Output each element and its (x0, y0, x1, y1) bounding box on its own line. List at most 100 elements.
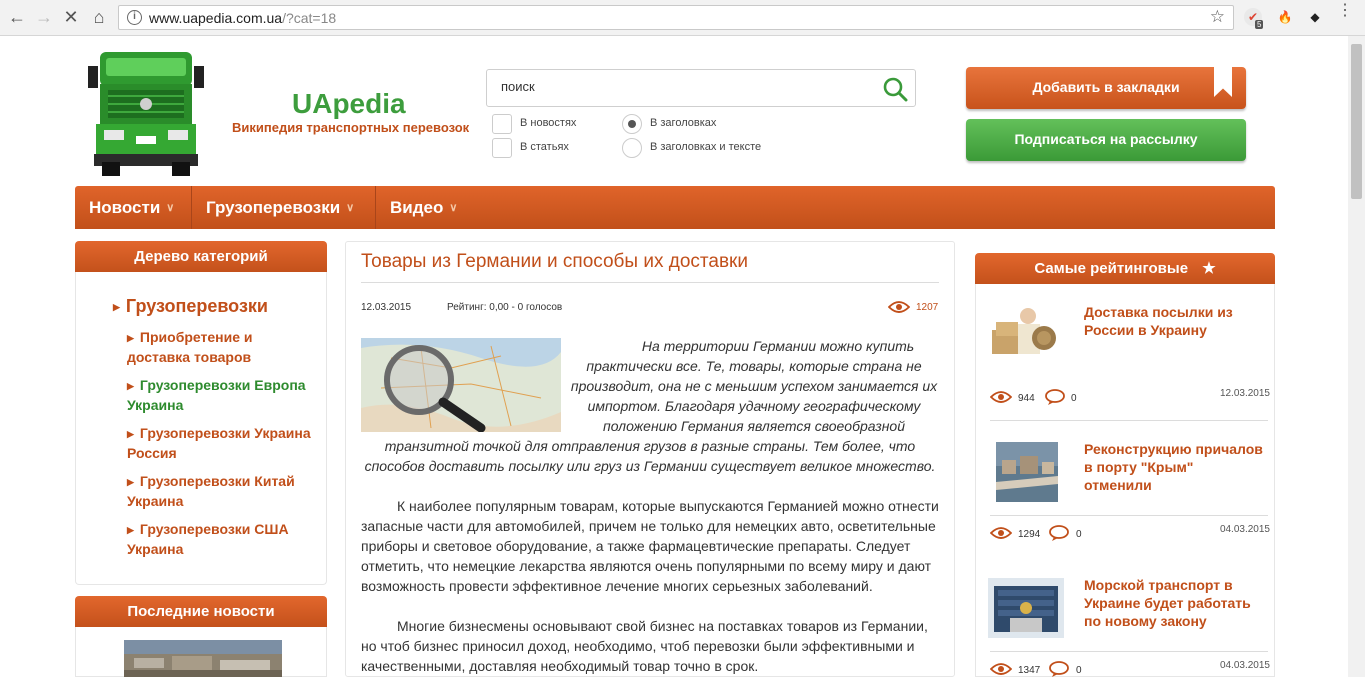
eye-icon (888, 301, 910, 313)
subcategory-link[interactable]: ▶ Грузоперевозки Европа Украина (127, 376, 317, 415)
nav-item-video[interactable]: Видео ∨ (390, 186, 457, 229)
top-rated-meta: 944 0 12.03.2015 (990, 388, 1270, 410)
nav-divider (375, 186, 376, 229)
home-icon[interactable]: ⌂ (88, 6, 110, 28)
subcategory-link[interactable]: ▶ Грузоперевозки Китай Украина (127, 472, 317, 511)
page-scrollbar[interactable] (1348, 36, 1365, 677)
main-navigation: Новости ∨ Грузоперевозки ∨ Видео ∨ (75, 186, 1275, 229)
subcategory-label: Грузоперевозки США Украина (127, 521, 289, 557)
truck-logo-icon[interactable] (86, 44, 206, 178)
port-thumbnail[interactable] (996, 442, 1058, 502)
item-date: 04.03.2015 (1219, 524, 1270, 535)
site-tagline: Википедия транспортных перевозок (232, 120, 470, 135)
scrollbar-thumb[interactable] (1351, 44, 1362, 199)
extension-flame-icon[interactable]: 🔥 (1276, 8, 1294, 26)
stop-loading-icon[interactable]: ✕ (60, 6, 82, 28)
top-rated-meta: 1347 0 04.03.2015 (990, 660, 1270, 682)
search-icon[interactable] (881, 75, 909, 103)
triangle-right-icon: ▶ (127, 428, 134, 439)
top-rated-title-link[interactable]: Реконструкцию причалов в порту "Крым" от… (1084, 440, 1264, 494)
top-rated-title-link[interactable]: Морской транспорт в Украине будет работа… (1084, 576, 1264, 630)
views-count: 1347 (1018, 665, 1041, 676)
url-text[interactable]: www.uapedia.com.ua/?cat=18 (149, 10, 336, 26)
comments-count: 0 (1076, 665, 1082, 676)
url-path: /?cat=18 (282, 10, 337, 26)
site-brand[interactable]: UApedia (292, 88, 406, 120)
article-lead: На территории Германии можно купить прак… (361, 336, 939, 476)
article-rating: Рейтинг: 0,00 - 0 голосов (447, 302, 563, 313)
top-rated-meta: 1294 0 04.03.2015 (990, 524, 1270, 546)
extension-badge: 5 (1255, 20, 1264, 29)
extension-diamond-icon[interactable]: ◆ (1306, 8, 1324, 26)
browser-toolbar: ← → ✕ ⌂ i www.uapedia.com.ua/?cat=18 ☆ ✔… (0, 0, 1365, 36)
bookmark-star-icon[interactable]: ☆ (1210, 7, 1225, 27)
checkbox-in-articles[interactable] (492, 138, 512, 158)
top-rated-item[interactable]: Морской транспорт в Украине будет работа… (988, 576, 1268, 646)
article-views: 1207 (916, 302, 939, 313)
item-divider (990, 651, 1268, 652)
browser-menu-icon[interactable]: ⋮ (1337, 3, 1353, 19)
site-info-icon[interactable]: i (127, 10, 142, 25)
ministry-building-thumbnail[interactable] (988, 578, 1064, 638)
add-bookmark-button[interactable]: Добавить в закладки (966, 63, 1246, 109)
subcategory-link[interactable]: ▶ Приобретение и доставка товаров (127, 328, 317, 367)
radio-in-titles[interactable] (622, 114, 642, 134)
option-in-news-label: В новостях (520, 117, 577, 129)
option-in-articles-label: В статьях (520, 141, 569, 153)
top-rated-header: Самые рейтинговые ★ (975, 253, 1275, 284)
item-divider (990, 515, 1268, 516)
triangle-right-icon: ▶ (113, 301, 120, 312)
item-date: 12.03.2015 (1219, 388, 1270, 399)
url-host: www.uapedia.com.ua (149, 10, 283, 26)
nav-freight-label: Грузоперевозки (206, 198, 341, 217)
top-rated-item[interactable]: Реконструкцию причалов в порту "Крым" от… (988, 440, 1268, 510)
subscribe-label: Подписаться на рассылку (1014, 131, 1198, 147)
comments-count: 0 (1076, 529, 1082, 540)
category-main-label: Грузоперевозки (125, 296, 268, 316)
article-title: Товары из Германии и способы их доставки (361, 251, 748, 272)
option-in-titles-text-label: В заголовках и тексте (650, 141, 762, 153)
top-rated-title-link[interactable]: Доставка посылки из России в Украину (1084, 303, 1264, 339)
comments-count: 0 (1071, 393, 1077, 404)
article-title-divider (361, 282, 939, 283)
search-input[interactable] (501, 79, 861, 94)
eye-icon (990, 391, 1012, 403)
item-divider (990, 420, 1268, 421)
category-main-link[interactable]: ▶ Грузоперевозки (113, 296, 268, 317)
latest-news-thumbnail[interactable] (124, 640, 282, 677)
article-paragraph: К наиболее популярным товарам, которые в… (361, 498, 939, 594)
back-icon[interactable]: ← (6, 6, 28, 28)
article-date: 12.03.2015 (361, 302, 412, 313)
category-tree-header: Дерево категорий (75, 241, 327, 272)
views-count: 944 (1018, 393, 1035, 404)
top-rated-title: Самые рейтинговые (1034, 260, 1189, 277)
courier-thumbnail[interactable] (988, 300, 1058, 362)
address-bar[interactable]: i www.uapedia.com.ua/?cat=18 ☆ (118, 5, 1234, 30)
subcategory-link[interactable]: ▶ Грузоперевозки Украина Россия (127, 424, 317, 463)
subcategory-label: Приобретение и доставка товаров (127, 329, 253, 365)
eye-icon (990, 527, 1012, 539)
nav-video-label: Видео (390, 198, 444, 217)
triangle-right-icon: ▶ (127, 380, 134, 391)
subcategory-label: Грузоперевозки Украина Россия (127, 425, 311, 461)
latest-news-header: Последние новости (75, 596, 327, 627)
triangle-right-icon: ▶ (127, 524, 134, 535)
search-box (486, 69, 916, 107)
article-paragraph: Многие бизнесмены основывают свой бизнес… (361, 618, 928, 674)
triangle-right-icon: ▶ (127, 332, 134, 343)
subscribe-button[interactable]: Подписаться на рассылку (966, 119, 1246, 161)
nav-news-label: Новости (89, 198, 161, 217)
nav-item-news[interactable]: Новости ∨ (89, 186, 174, 229)
add-bookmark-label: Добавить в закладки (1032, 79, 1180, 95)
subcategory-link[interactable]: ▶ Грузоперевозки США Украина (127, 520, 317, 559)
subcategory-label: Грузоперевозки Китай Украина (127, 473, 295, 509)
eye-icon (990, 663, 1012, 675)
comment-icon (1045, 389, 1065, 405)
nav-item-freight[interactable]: Грузоперевозки ∨ (206, 186, 354, 229)
forward-icon[interactable]: → (33, 6, 55, 28)
comment-icon (1049, 525, 1069, 541)
item-date: 04.03.2015 (1219, 660, 1270, 671)
views-count: 1294 (1018, 529, 1041, 540)
radio-in-titles-text[interactable] (622, 138, 642, 158)
checkbox-in-news[interactable] (492, 114, 512, 134)
